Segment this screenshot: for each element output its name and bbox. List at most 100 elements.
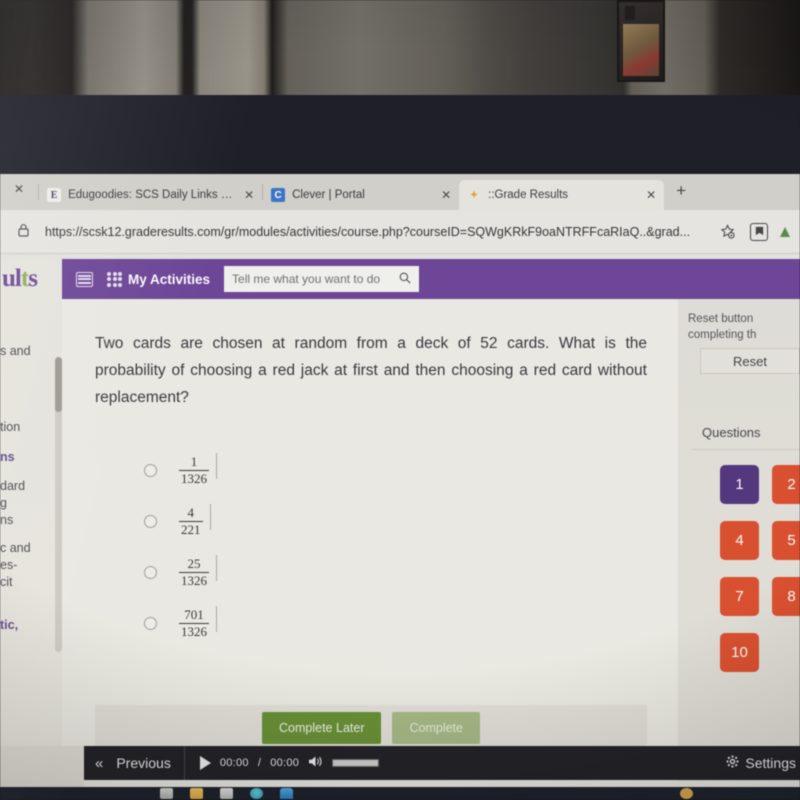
- player-bar-left-gap: [0, 746, 84, 787]
- close-icon[interactable]: ✕: [244, 188, 254, 202]
- activity-action-bar: Complete Later Complete: [95, 705, 647, 750]
- activity-card: Two cards are chosen at random from a de…: [62, 299, 678, 787]
- list-view-icon[interactable]: [76, 271, 93, 287]
- fraction-numerator: 1: [190, 454, 198, 470]
- play-icon[interactable]: [199, 756, 211, 770]
- tab-clever-portal[interactable]: C Clever | Portal ✕: [263, 180, 460, 210]
- speaker-icon[interactable]: [308, 755, 323, 771]
- fraction-answer: 701 1326: [179, 606, 218, 639]
- web-page: ul t s My Activities Tell me what you want…: [0, 254, 800, 787]
- taskbar-app-icon[interactable]: [680, 788, 693, 799]
- tab-label: ::Grade Results: [488, 189, 569, 201]
- sidebar-text-fragment: s and: [0, 344, 31, 358]
- question-navigation-grid: 1 2 4 5 7 8 10: [720, 465, 800, 689]
- player-bar: « Previous 00:00 / 00:00 Settings: [84, 746, 800, 780]
- my-activities-button[interactable]: My Activities: [107, 271, 211, 287]
- questions-heading: Questions: [702, 425, 761, 440]
- time-total: 00:00: [270, 757, 300, 769]
- question-button-8[interactable]: 8: [772, 577, 800, 616]
- fraction-denominator: 221: [179, 521, 203, 537]
- sidebar-text-fragment: ns: [0, 450, 15, 464]
- sidebar-text-fragment: tion: [0, 420, 21, 434]
- wall-picture-frame: [617, 0, 665, 82]
- settings-button[interactable]: Settings: [726, 755, 800, 771]
- radio-button[interactable]: [144, 515, 157, 528]
- collections-icon[interactable]: [750, 222, 768, 241]
- edge-icon[interactable]: [280, 788, 293, 799]
- browser-window: ✕ E Edugoodies: SCS Daily Links - ed ✕ C…: [0, 174, 800, 787]
- extension-icon[interactable]: ▲: [778, 221, 792, 243]
- settings-label: Settings: [745, 755, 796, 771]
- questions-divider: [692, 449, 800, 450]
- grade-results-icon: ✦: [469, 189, 479, 201]
- fraction-numerator: 701: [184, 607, 204, 623]
- radio-button[interactable]: [144, 617, 157, 630]
- address-bar: https://scsk12.graderesults.com/gr/modul…: [0, 210, 800, 254]
- monitor-bezel-top: [0, 95, 800, 174]
- logo-part-2: t: [20, 265, 29, 292]
- fraction-numerator: 4: [187, 505, 195, 521]
- right-sidebar: Reset button completing th Reset Questio…: [678, 299, 800, 787]
- gear-icon: [726, 755, 739, 771]
- volume-slider[interactable]: [332, 759, 380, 767]
- sidebar-text-fragment: cit: [0, 575, 13, 589]
- question-text: Two cards are chosen at random from a de…: [95, 335, 647, 406]
- question-button-2[interactable]: 2: [772, 465, 800, 504]
- file-explorer-icon[interactable]: [190, 788, 203, 799]
- answer-option[interactable]: 4 221: [144, 496, 218, 547]
- time-separator: /: [257, 757, 262, 769]
- taskbar-app-icon[interactable]: [160, 788, 173, 799]
- complete-button[interactable]: Complete: [392, 711, 480, 744]
- sidebar-text-fragment: dard: [0, 479, 26, 493]
- fraction-answer: 25 1326: [179, 555, 218, 587]
- sidebar-text-fragment: g: [0, 496, 7, 510]
- answer-option[interactable]: 1 1326: [144, 445, 218, 496]
- previous-button[interactable]: « Previous: [84, 746, 185, 780]
- sidebar-text-fragment: es-: [0, 558, 18, 572]
- radio-button[interactable]: [144, 566, 157, 579]
- favorite-star-icon[interactable]: [714, 221, 740, 243]
- answer-option[interactable]: 25 1326: [144, 547, 218, 598]
- clever-icon: C: [271, 188, 286, 202]
- question-button-7[interactable]: 7: [720, 577, 759, 616]
- store-icon[interactable]: [220, 788, 233, 799]
- reset-note-text: Reset button completing th: [688, 313, 757, 341]
- sidebar-text-fragment: c and: [0, 541, 31, 555]
- new-tab-button[interactable]: +: [664, 181, 696, 203]
- edugoodies-icon: E: [47, 188, 62, 202]
- tab-lead-close-icon[interactable]: ✕: [0, 182, 38, 196]
- app-header: ul t s My Activities Tell me what you want…: [0, 259, 800, 299]
- app-grid-icon: [107, 271, 122, 287]
- search-placeholder: Tell me what you want to do: [232, 272, 381, 286]
- close-icon[interactable]: ✕: [441, 188, 451, 202]
- reset-button[interactable]: Reset: [700, 348, 800, 374]
- url-text[interactable]: https://scsk12.graderesults.com/gr/modul…: [45, 225, 704, 239]
- chevron-left-icon: «: [95, 754, 104, 772]
- search-icon: [399, 272, 411, 287]
- tab-grade-results[interactable]: ✦ ::Grade Results ✕: [459, 180, 665, 210]
- fraction-answer: 1 1326: [179, 453, 218, 485]
- sidebar-scrollbar[interactable]: [55, 357, 62, 652]
- search-input[interactable]: Tell me what you want to do: [224, 266, 420, 292]
- close-icon[interactable]: ✕: [646, 188, 656, 202]
- sidebar-text-fragment: ns: [0, 513, 14, 527]
- question-button-10[interactable]: 10: [720, 633, 759, 672]
- fraction-denominator: 1326: [179, 623, 209, 639]
- fraction-answer: 4 221: [179, 504, 212, 537]
- app-toolbar: My Activities Tell me what you want to d…: [62, 259, 800, 299]
- my-activities-label: My Activities: [128, 271, 211, 287]
- question-button-4[interactable]: 4: [720, 521, 759, 560]
- logo-part-1: ul: [2, 265, 22, 292]
- app-logo[interactable]: ul t s: [0, 259, 62, 299]
- logo-part-3: s: [28, 265, 38, 292]
- tab-edugoodies[interactable]: E Edugoodies: SCS Daily Links - ed ✕: [39, 180, 263, 210]
- complete-later-button[interactable]: Complete Later: [262, 711, 382, 744]
- question-button-5[interactable]: 5: [772, 521, 800, 560]
- previous-label: Previous: [116, 755, 171, 771]
- tab-strip: ✕ E Edugoodies: SCS Daily Links - ed ✕ C…: [0, 174, 800, 210]
- radio-button[interactable]: [144, 464, 157, 477]
- answer-option[interactable]: 701 1326: [144, 598, 218, 649]
- media-controls: 00:00 / 00:00: [185, 755, 380, 771]
- browser-icon[interactable]: [250, 788, 263, 799]
- question-button-1[interactable]: 1: [720, 465, 759, 504]
